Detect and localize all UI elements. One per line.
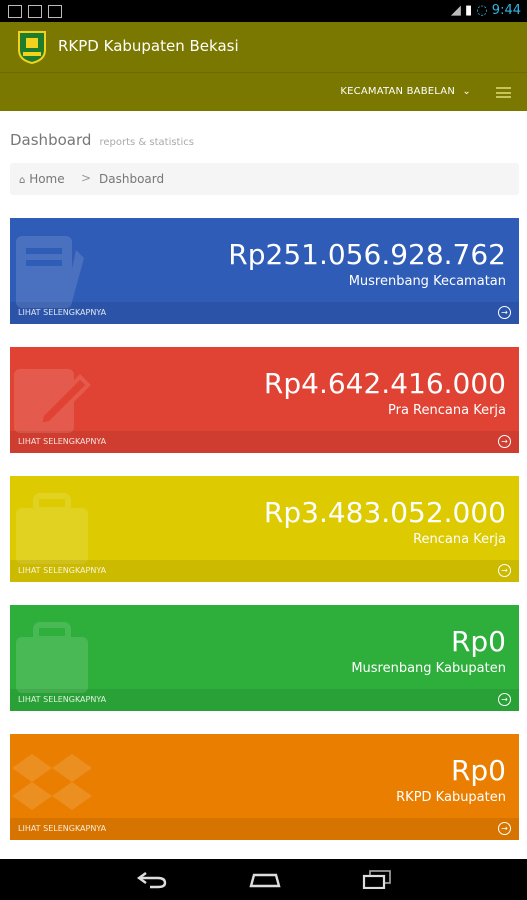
arrow-circle-right-icon: → xyxy=(498,564,511,577)
card-footer-link[interactable]: LIHAT SELENGKAPNYA → xyxy=(10,560,519,582)
battery-icon: ▮ xyxy=(465,3,473,18)
card-pra-rencana-kerja: Rp4.642.416.000 Pra Rencana Kerja LIHAT … xyxy=(10,347,519,453)
cat-icon xyxy=(28,4,42,18)
breadcrumb-current: Dashboard xyxy=(99,172,165,186)
card-rencana-kerja: Rp3.483.052.000 Rencana Kerja LIHAT SELE… xyxy=(10,476,519,582)
card-footer-link[interactable]: LIHAT SELENGKAPNYA → xyxy=(10,431,519,453)
card-value: Rp4.642.416.000 xyxy=(263,367,506,400)
card-musrenbang-kecamatan: Rp251.056.928.762 Musrenbang Kecamatan L… xyxy=(10,218,519,324)
card-label: Musrenbang Kabupaten xyxy=(351,661,506,676)
card-value: Rp0 xyxy=(450,625,506,658)
arrow-circle-right-icon: → xyxy=(498,435,511,448)
signal-alert-icon xyxy=(48,4,62,18)
card-footer-link[interactable]: LIHAT SELENGKAPNYA → xyxy=(10,818,519,840)
clock: 9:44 xyxy=(491,3,521,18)
pencil-icon xyxy=(14,369,91,433)
back-icon[interactable] xyxy=(136,869,168,889)
district-label: KECAMATAN BABELAN xyxy=(340,86,456,97)
breadcrumb-home[interactable]: ⌂ Home xyxy=(19,172,65,186)
briefcase-icon xyxy=(16,493,88,564)
page-title: Dashboard xyxy=(10,131,92,149)
see-more-label: LIHAT SELENGKAPNYA xyxy=(18,695,107,704)
recent-apps-icon[interactable] xyxy=(362,869,392,889)
card-label: Musrenbang Kecamatan xyxy=(348,274,506,289)
sync-icon: ◌ xyxy=(476,3,488,18)
see-more-label: LIHAT SELENGKAPNYA xyxy=(18,824,107,833)
app-title: RKPD Kabupaten Bekasi xyxy=(58,37,239,55)
menu-icon[interactable] xyxy=(496,87,511,98)
card-label: Rencana Kerja xyxy=(413,532,506,547)
chevron-down-icon: ⌄ xyxy=(462,86,471,97)
card-footer-link[interactable]: LIHAT SELENGKAPNYA → xyxy=(10,302,519,324)
card-musrenbang-kabupaten: Rp0 Musrenbang Kabupaten LIHAT SELENGKAP… xyxy=(10,605,519,711)
card-label: Pra Rencana Kerja xyxy=(388,403,506,418)
card-rkpd-kabupaten: Rp0 RKPD Kabupaten LIHAT SELENGKAPNYA → xyxy=(10,734,519,840)
page-subtitle: reports & statistics xyxy=(99,137,194,148)
arrow-circle-right-icon: → xyxy=(498,822,511,835)
card-footer-link[interactable]: LIHAT SELENGKAPNYA → xyxy=(10,689,519,711)
briefcase-icon xyxy=(16,622,88,693)
district-dropdown[interactable]: KECAMATAN BABELAN ⌄ xyxy=(340,86,471,97)
wifi-icon: ◢ xyxy=(450,3,461,18)
status-right: ◢ ▮ ◌ 9:44 xyxy=(451,3,521,18)
home-icon: ⌂ xyxy=(19,175,26,186)
see-more-label: LIHAT SELENGKAPNYA xyxy=(18,566,107,575)
bekasi-emblem-logo xyxy=(18,31,46,64)
page-header: Dashboard reports & statistics xyxy=(10,130,194,149)
status-bar: ◢ ▮ ◌ 9:44 xyxy=(0,0,527,22)
breadcrumb-home-label: Home xyxy=(29,172,65,186)
notebook-icon xyxy=(16,236,84,308)
breadcrumb: ⌂ Home > Dashboard xyxy=(10,163,519,195)
message-icon xyxy=(8,4,22,18)
breadcrumb-separator: > xyxy=(81,171,92,185)
sub-bar: KECAMATAN BABELAN ⌄ xyxy=(0,72,527,111)
dropbox-icon xyxy=(12,754,92,810)
navigation-bar xyxy=(0,859,527,900)
card-value: Rp3.483.052.000 xyxy=(263,496,506,529)
arrow-circle-right-icon: → xyxy=(498,693,511,706)
card-value: Rp0 xyxy=(450,754,506,787)
card-label: RKPD Kabupaten xyxy=(396,790,506,805)
see-more-label: LIHAT SELENGKAPNYA xyxy=(18,308,107,317)
card-value: Rp251.056.928.762 xyxy=(228,238,506,271)
see-more-label: LIHAT SELENGKAPNYA xyxy=(18,437,107,446)
home-nav-icon[interactable] xyxy=(248,869,282,889)
app-bar: RKPD Kabupaten Bekasi xyxy=(0,22,527,72)
notification-icons xyxy=(8,4,68,18)
arrow-circle-right-icon: → xyxy=(498,306,511,319)
